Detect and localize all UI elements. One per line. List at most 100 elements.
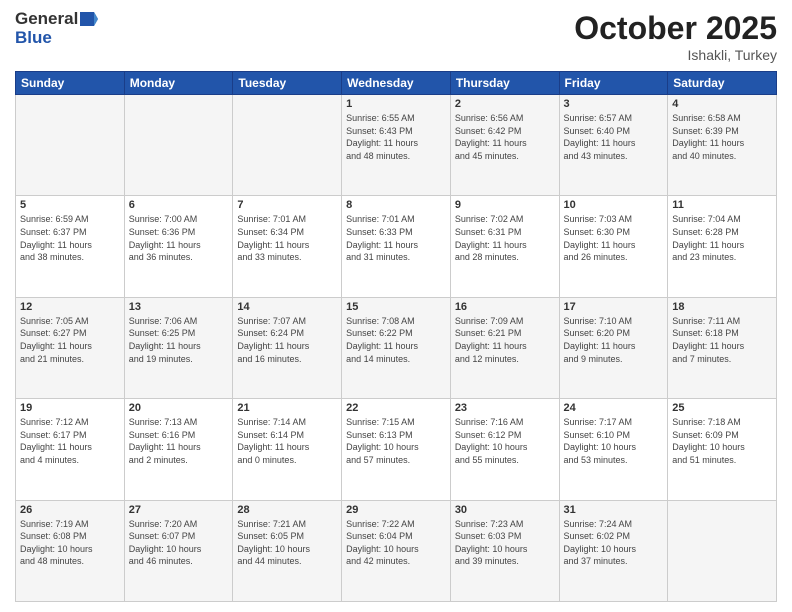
location: Ishakli, Turkey — [574, 47, 777, 63]
day-number: 30 — [455, 504, 555, 516]
table-row: 9 Sunrise: 7:02 AM Sunset: 6:31 PM Daylig… — [450, 196, 559, 297]
day-info: Sunrise: 7:00 AM Sunset: 6:36 PM Dayligh… — [129, 213, 229, 263]
calendar-week-row: 5 Sunrise: 6:59 AM Sunset: 6:37 PM Daylig… — [16, 196, 777, 297]
day-info: Sunrise: 7:04 AM Sunset: 6:28 PM Dayligh… — [672, 213, 772, 263]
day-number: 19 — [20, 402, 120, 414]
table-row: 26 Sunrise: 7:19 AM Sunset: 6:08 PM Dayli… — [16, 500, 125, 601]
col-wednesday: Wednesday — [342, 72, 451, 95]
day-number: 11 — [672, 199, 772, 211]
day-number: 23 — [455, 402, 555, 414]
day-info: Sunrise: 7:07 AM Sunset: 6:24 PM Dayligh… — [237, 315, 337, 365]
page: General Blue October 2025 Ishakli, Turke… — [0, 0, 792, 612]
day-info: Sunrise: 6:58 AM Sunset: 6:39 PM Dayligh… — [672, 112, 772, 162]
day-info: Sunrise: 7:09 AM Sunset: 6:21 PM Dayligh… — [455, 315, 555, 365]
col-friday: Friday — [559, 72, 668, 95]
day-number: 26 — [20, 504, 120, 516]
logo-general: General — [15, 10, 78, 29]
table-row: 19Sunrise: 7:12 AM Sunset: 6:17 PM Dayli… — [16, 399, 125, 500]
day-number: 7 — [237, 199, 337, 211]
calendar-week-row: 12Sunrise: 7:05 AM Sunset: 6:27 PM Dayli… — [16, 297, 777, 398]
table-row: 20 Sunrise: 7:13 AM Sunset: 6:16 PM Dayli… — [124, 399, 233, 500]
table-row: 12Sunrise: 7:05 AM Sunset: 6:27 PM Dayli… — [16, 297, 125, 398]
day-number: 31 — [564, 504, 664, 516]
day-info: Sunrise: 7:08 AM Sunset: 6:22 PM Dayligh… — [346, 315, 446, 365]
logo-blue: Blue — [15, 29, 98, 48]
table-row: 18 Sunrise: 7:11 AM Sunset: 6:18 PM Dayli… — [668, 297, 777, 398]
table-row: 4Sunrise: 6:58 AM Sunset: 6:39 PM Daylig… — [668, 95, 777, 196]
day-number: 20 — [129, 402, 229, 414]
col-saturday: Saturday — [668, 72, 777, 95]
table-row — [16, 95, 125, 196]
day-number: 25 — [672, 402, 772, 414]
table-row — [124, 95, 233, 196]
table-row: 23 Sunrise: 7:16 AM Sunset: 6:12 PM Dayli… — [450, 399, 559, 500]
day-number: 27 — [129, 504, 229, 516]
day-number: 16 — [455, 301, 555, 313]
day-info: Sunrise: 7:17 AM Sunset: 6:10 PM Dayligh… — [564, 416, 664, 466]
table-row: 16 Sunrise: 7:09 AM Sunset: 6:21 PM Dayli… — [450, 297, 559, 398]
col-tuesday: Tuesday — [233, 72, 342, 95]
table-row: 2Sunrise: 6:56 AM Sunset: 6:42 PM Daylig… — [450, 95, 559, 196]
table-row: 29 Sunrise: 7:22 AM Sunset: 6:04 PM Dayli… — [342, 500, 451, 601]
day-info: Sunrise: 7:21 AM Sunset: 6:05 PM Dayligh… — [237, 518, 337, 568]
day-number: 13 — [129, 301, 229, 313]
table-row: 17 Sunrise: 7:10 AM Sunset: 6:20 PM Dayli… — [559, 297, 668, 398]
day-info: Sunrise: 7:10 AM Sunset: 6:20 PM Dayligh… — [564, 315, 664, 365]
table-row: 31Sunrise: 7:24 AM Sunset: 6:02 PM Dayli… — [559, 500, 668, 601]
day-number: 9 — [455, 199, 555, 211]
table-row: 27 Sunrise: 7:20 AM Sunset: 6:07 PM Dayli… — [124, 500, 233, 601]
day-number: 5 — [20, 199, 120, 211]
day-number: 1 — [346, 98, 446, 110]
calendar-week-row: 26 Sunrise: 7:19 AM Sunset: 6:08 PM Dayli… — [16, 500, 777, 601]
day-info: Sunrise: 7:13 AM Sunset: 6:16 PM Dayligh… — [129, 416, 229, 466]
table-row: 8Sunrise: 7:01 AM Sunset: 6:33 PM Daylig… — [342, 196, 451, 297]
day-number: 22 — [346, 402, 446, 414]
day-number: 14 — [237, 301, 337, 313]
day-info: Sunrise: 7:19 AM Sunset: 6:08 PM Dayligh… — [20, 518, 120, 568]
table-row: 15 Sunrise: 7:08 AM Sunset: 6:22 PM Dayli… — [342, 297, 451, 398]
table-row — [668, 500, 777, 601]
col-monday: Monday — [124, 72, 233, 95]
table-row: 14 Sunrise: 7:07 AM Sunset: 6:24 PM Dayli… — [233, 297, 342, 398]
day-number: 15 — [346, 301, 446, 313]
day-info: Sunrise: 7:01 AM Sunset: 6:34 PM Dayligh… — [237, 213, 337, 263]
table-row: 10Sunrise: 7:03 AM Sunset: 6:30 PM Dayli… — [559, 196, 668, 297]
table-row: 5 Sunrise: 6:59 AM Sunset: 6:37 PM Daylig… — [16, 196, 125, 297]
table-row: 22Sunrise: 7:15 AM Sunset: 6:13 PM Dayli… — [342, 399, 451, 500]
day-info: Sunrise: 7:05 AM Sunset: 6:27 PM Dayligh… — [20, 315, 120, 365]
table-row: 6 Sunrise: 7:00 AM Sunset: 6:36 PM Daylig… — [124, 196, 233, 297]
day-info: Sunrise: 6:59 AM Sunset: 6:37 PM Dayligh… — [20, 213, 120, 263]
day-info: Sunrise: 7:22 AM Sunset: 6:04 PM Dayligh… — [346, 518, 446, 568]
calendar-week-row: 19Sunrise: 7:12 AM Sunset: 6:17 PM Dayli… — [16, 399, 777, 500]
day-number: 3 — [564, 98, 664, 110]
header: General Blue October 2025 Ishakli, Turke… — [15, 10, 777, 63]
month-title: October 2025 — [574, 10, 777, 47]
table-row: 1 Sunrise: 6:55 AM Sunset: 6:43 PM Daylig… — [342, 95, 451, 196]
day-number: 18 — [672, 301, 772, 313]
table-row: 7 Sunrise: 7:01 AM Sunset: 6:34 PM Daylig… — [233, 196, 342, 297]
day-number: 24 — [564, 402, 664, 414]
table-row: 21Sunrise: 7:14 AM Sunset: 6:14 PM Dayli… — [233, 399, 342, 500]
table-row: 11 Sunrise: 7:04 AM Sunset: 6:28 PM Dayli… — [668, 196, 777, 297]
day-info: Sunrise: 7:11 AM Sunset: 6:18 PM Dayligh… — [672, 315, 772, 365]
day-number: 29 — [346, 504, 446, 516]
calendar-week-row: 1 Sunrise: 6:55 AM Sunset: 6:43 PM Daylig… — [16, 95, 777, 196]
table-row: 13 Sunrise: 7:06 AM Sunset: 6:25 PM Dayli… — [124, 297, 233, 398]
day-info: Sunrise: 7:03 AM Sunset: 6:30 PM Dayligh… — [564, 213, 664, 263]
day-info: Sunrise: 7:06 AM Sunset: 6:25 PM Dayligh… — [129, 315, 229, 365]
logo-flag-icon — [80, 12, 98, 26]
day-info: Sunrise: 7:18 AM Sunset: 6:09 PM Dayligh… — [672, 416, 772, 466]
day-info: Sunrise: 6:55 AM Sunset: 6:43 PM Dayligh… — [346, 112, 446, 162]
day-number: 2 — [455, 98, 555, 110]
day-info: Sunrise: 7:20 AM Sunset: 6:07 PM Dayligh… — [129, 518, 229, 568]
day-info: Sunrise: 7:02 AM Sunset: 6:31 PM Dayligh… — [455, 213, 555, 263]
day-info: Sunrise: 7:14 AM Sunset: 6:14 PM Dayligh… — [237, 416, 337, 466]
col-thursday: Thursday — [450, 72, 559, 95]
day-info: Sunrise: 7:16 AM Sunset: 6:12 PM Dayligh… — [455, 416, 555, 466]
table-row: 28Sunrise: 7:21 AM Sunset: 6:05 PM Dayli… — [233, 500, 342, 601]
day-number: 17 — [564, 301, 664, 313]
table-row: 30Sunrise: 7:23 AM Sunset: 6:03 PM Dayli… — [450, 500, 559, 601]
day-number: 6 — [129, 199, 229, 211]
table-row — [233, 95, 342, 196]
day-number: 8 — [346, 199, 446, 211]
